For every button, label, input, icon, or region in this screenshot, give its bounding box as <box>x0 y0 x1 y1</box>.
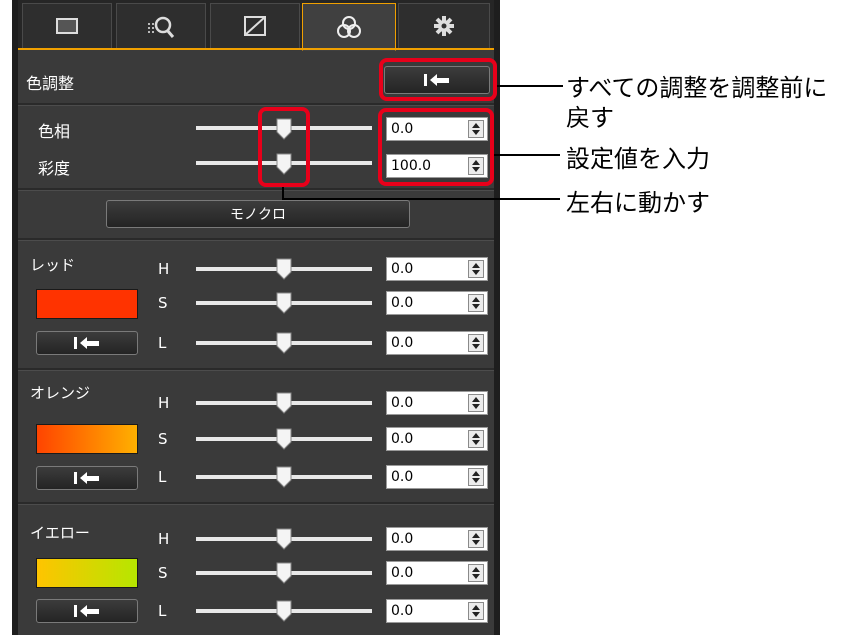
orange-l-value-field[interactable]: 0.0 <box>386 465 488 489</box>
yellow-l-slider-thumb[interactable] <box>276 600 292 622</box>
red-h-label: H <box>158 260 170 278</box>
orange-l-spinner[interactable] <box>468 468 484 486</box>
reset-all-highlight <box>379 58 497 101</box>
yellow-s-slider-thumb[interactable] <box>276 562 292 584</box>
red-s-value: 0.0 <box>391 295 414 311</box>
tab-color-adjust[interactable] <box>302 3 396 51</box>
settings-gear-icon <box>434 16 454 36</box>
callout-line-value <box>494 154 560 156</box>
orange-h-spinner[interactable] <box>468 394 484 412</box>
orange-l-slider-thumb[interactable] <box>276 466 292 488</box>
tab-tone-curve-grid[interactable] <box>116 3 206 49</box>
red-s-spinner[interactable] <box>468 294 484 312</box>
red-s-slider-thumb[interactable] <box>276 292 292 314</box>
tab-underline <box>18 48 494 50</box>
orange-reset-button[interactable] <box>36 466 138 490</box>
red-s-value-field[interactable]: 0.0 <box>386 291 488 315</box>
callout-line-reset <box>497 85 563 87</box>
yellow-h-slider-thumb[interactable] <box>276 528 292 550</box>
red-color-swatch <box>36 289 138 319</box>
color-adjust-icon <box>337 16 361 38</box>
yellow-s-value: 0.0 <box>391 565 414 581</box>
red-reset-button[interactable] <box>36 331 138 355</box>
yellow-h-label: H <box>158 530 170 548</box>
orange-l-label: L <box>158 468 167 486</box>
yellow-l-value-field[interactable]: 0.0 <box>386 599 488 623</box>
orange-h-value-field[interactable]: 0.0 <box>386 391 488 415</box>
tab-tone-curve[interactable] <box>210 3 300 49</box>
tone-curve-icon <box>244 16 266 36</box>
yellow-color-swatch <box>36 558 138 588</box>
yellow-h-value-field[interactable]: 0.0 <box>386 527 488 551</box>
red-l-slider-thumb[interactable] <box>276 332 292 354</box>
monochrome-button[interactable]: モノクロ <box>106 200 410 228</box>
callout-move-left-right: 左右に動かす <box>566 189 710 217</box>
panel-left-edge <box>12 0 18 635</box>
basic-adjust-icon <box>56 18 78 34</box>
orange-h-slider-thumb[interactable] <box>276 392 292 414</box>
orange-l-value: 0.0 <box>391 469 414 485</box>
reset-icon <box>74 337 99 349</box>
callout-enter-value: 設定値を入力 <box>566 145 710 173</box>
group-name-orange: オレンジ <box>30 384 91 402</box>
divider <box>18 103 494 106</box>
yellow-s-spinner[interactable] <box>468 564 484 582</box>
orange-s-slider-thumb[interactable] <box>276 428 292 450</box>
monochrome-button-label: モノクロ <box>230 207 286 223</box>
red-l-label: L <box>158 334 167 352</box>
red-h-spinner[interactable] <box>468 260 484 278</box>
callout-reset-all-line2: 戻す <box>566 104 614 132</box>
orange-color-swatch <box>36 424 138 454</box>
reset-icon <box>74 605 99 617</box>
red-s-label: S <box>158 294 168 312</box>
yellow-l-value: 0.0 <box>391 603 414 619</box>
value-field-highlight <box>378 108 494 186</box>
orange-s-label: S <box>158 430 168 448</box>
yellow-h-spinner[interactable] <box>468 530 484 548</box>
orange-s-value: 0.0 <box>391 431 414 447</box>
divider <box>18 238 494 241</box>
group-name-yellow: イエロー <box>30 524 90 542</box>
yellow-l-label: L <box>158 602 167 620</box>
orange-s-spinner[interactable] <box>468 430 484 448</box>
divider <box>18 502 494 505</box>
yellow-s-value-field[interactable]: 0.0 <box>386 561 488 585</box>
reset-icon <box>74 472 99 484</box>
callout-line-slider <box>282 198 560 200</box>
red-h-value: 0.0 <box>391 261 414 277</box>
red-l-spinner[interactable] <box>468 334 484 352</box>
tab-basic-adjust[interactable] <box>22 3 112 49</box>
red-h-slider-thumb[interactable] <box>276 258 292 280</box>
red-l-value: 0.0 <box>391 335 414 351</box>
saturation-label: 彩度 <box>38 159 71 178</box>
yellow-l-spinner[interactable] <box>468 602 484 620</box>
yellow-reset-button[interactable] <box>36 599 138 623</box>
group-name-red: レッド <box>30 256 76 274</box>
divider <box>18 368 494 371</box>
orange-h-label: H <box>158 394 170 412</box>
tab-settings[interactable] <box>398 3 490 49</box>
yellow-h-value: 0.0 <box>391 531 414 547</box>
tone-curve-grid-icon <box>148 16 175 38</box>
section-title: 色調整 <box>26 74 75 93</box>
yellow-s-label: S <box>158 564 168 582</box>
red-h-value-field[interactable]: 0.0 <box>386 257 488 281</box>
hue-label: 色相 <box>38 122 71 141</box>
slider-thumb-highlight <box>258 107 310 187</box>
divider <box>18 188 494 191</box>
orange-h-value: 0.0 <box>391 395 414 411</box>
red-l-value-field[interactable]: 0.0 <box>386 331 488 355</box>
orange-s-value-field[interactable]: 0.0 <box>386 427 488 451</box>
